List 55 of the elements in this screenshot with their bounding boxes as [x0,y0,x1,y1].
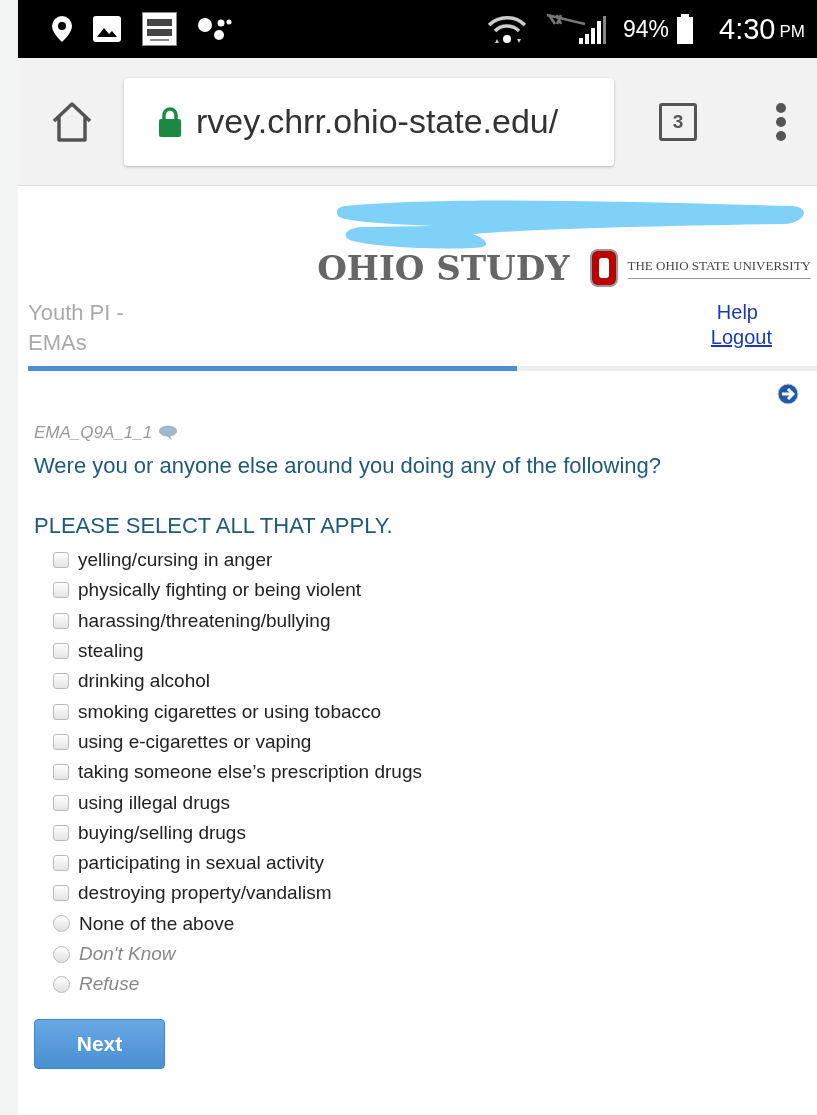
lock-icon [158,105,182,138]
checkbox[interactable] [53,794,69,811]
url-text: rvey.chrr.ohio-state.edu/ [196,102,559,141]
clock-time: 4:30 [719,12,776,46]
radio-button[interactable] [53,945,70,963]
wifi-icon [487,13,527,45]
checkbox[interactable] [53,552,69,569]
assistant-dots-icon [197,16,233,42]
radio-button[interactable] [53,975,70,993]
battery-percent: 94% [623,15,670,43]
question-text: Were you or anyone else around you doing any of the following? [34,453,662,479]
option-label: yelling/cursing in anger [78,549,273,572]
location-pin-icon [52,16,72,42]
checkbox[interactable] [53,673,69,690]
checkbox[interactable] [53,885,69,902]
option-label: Refuse [79,973,140,996]
option-label: taking someone else’s prescription drugs [78,761,422,784]
option-label: drinking alcohol [78,670,211,693]
checkbox[interactable] [53,824,69,841]
nav-link[interactable]: Help [716,300,758,325]
option-label: destroying property/vandalism [78,882,332,905]
instruction-text: PLEASE SELECT ALL THAT APPLY. [34,513,394,539]
option-label: None of the above [79,912,235,935]
checkbox[interactable] [53,855,69,872]
radio-button[interactable] [53,915,70,933]
checkbox[interactable] [53,733,69,750]
checkbox[interactable] [53,764,69,781]
checkbox[interactable] [53,643,69,660]
image-icon [92,15,122,43]
block-o-icon [589,249,618,287]
option-label: participating in sexual activity [78,852,325,875]
option-label: buying/selling drugs [78,821,246,844]
home-icon[interactable] [50,100,94,143]
option-label: using illegal drugs [78,791,231,814]
section-title: Youth PI - EMAs [28,299,125,357]
checkbox[interactable] [53,582,69,599]
option-label: physically fighting or being violent [78,579,362,602]
checkbox[interactable] [53,703,69,720]
option-label: Don't Know [79,943,176,965]
clock-meridiem: PM [779,22,805,42]
option-label: harassing/threatening/bullying [78,609,331,632]
tab-count-button[interactable]: 3 [659,102,697,141]
university-logo-icon [142,12,177,46]
address-bar[interactable]: rvey.chrr.ohio-state.edu/ [124,77,614,166]
option-label: using e-cigarettes or vaping [78,730,312,753]
nav-link[interactable]: Logout [710,325,772,350]
question-code: EMA_Q9A_1_1 [34,423,153,443]
checkbox[interactable] [53,612,69,629]
university-name: THE OHIO STATE UNIVERSITY [627,257,811,279]
option-label: smoking cigarettes or using tobacco [78,700,382,723]
speech-bubble-icon[interactable] [158,425,179,441]
menu-icon[interactable] [775,101,787,142]
battery-icon [677,14,694,44]
option-label: stealing [78,640,144,663]
study-title: OHIO STUDY [317,248,570,288]
